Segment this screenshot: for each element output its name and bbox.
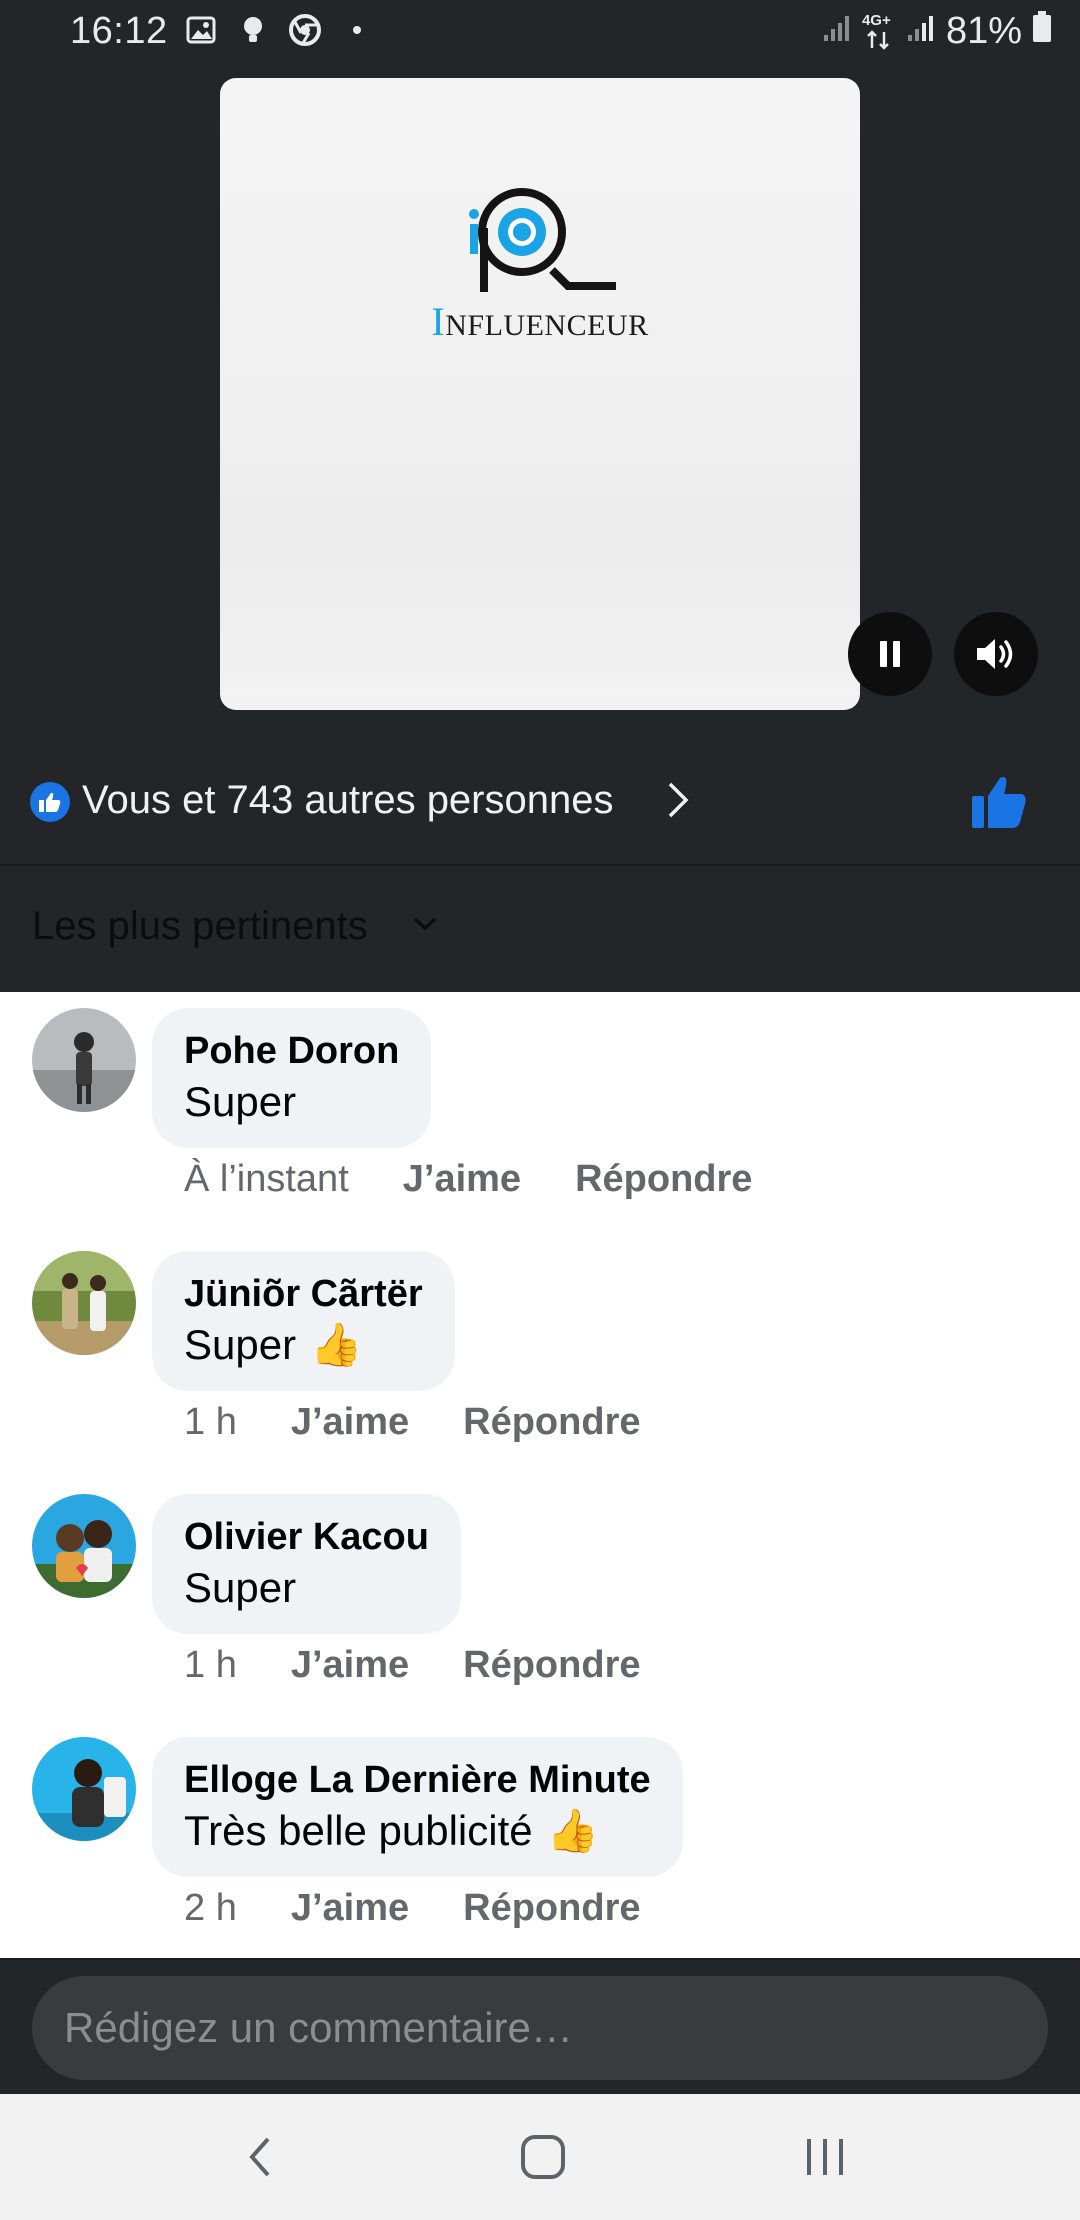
comment-body: Super bbox=[184, 1564, 297, 1611]
comment-author[interactable]: Pohe Doron bbox=[184, 1028, 399, 1074]
sort-dropdown[interactable]: Les plus pertinents bbox=[32, 904, 368, 949]
like-comment-button[interactable]: J’aime bbox=[291, 1644, 409, 1687]
influenceur-logo: INFLUENCEUR bbox=[420, 174, 660, 344]
sort-bar: Les plus pertinents bbox=[0, 866, 1080, 992]
comment-text: Super bbox=[184, 1560, 429, 1616]
home-icon bbox=[521, 2135, 565, 2179]
chrome-icon bbox=[289, 14, 321, 46]
network-type: 4G+ bbox=[861, 11, 891, 29]
logo-wordmark: INFLUENCEUR bbox=[420, 298, 660, 345]
home-button[interactable] bbox=[498, 2122, 588, 2192]
dot-icon bbox=[341, 14, 373, 46]
avatar[interactable] bbox=[32, 1494, 136, 1598]
comment-actions: À l’instant J’aime Répondre bbox=[184, 1158, 752, 1201]
comment-input[interactable] bbox=[32, 1976, 1048, 2080]
comment-actions: 2 h J’aime Répondre bbox=[184, 1887, 641, 1930]
avatar[interactable] bbox=[32, 1008, 136, 1112]
back-icon bbox=[249, 2137, 270, 2177]
thumbs-up-emoji: 👍 bbox=[310, 1320, 363, 1369]
back-button[interactable] bbox=[215, 2122, 305, 2192]
comment-text: Super 👍 bbox=[184, 1317, 423, 1373]
comment-bubble[interactable]: Olivier Kacou Super bbox=[152, 1494, 461, 1634]
image-icon bbox=[185, 14, 217, 46]
comment-body: Super bbox=[184, 1078, 297, 1125]
comment-actions: 1 h J’aime Répondre bbox=[184, 1644, 641, 1687]
recents-icon bbox=[807, 2139, 843, 2175]
recents-button[interactable] bbox=[780, 2122, 870, 2192]
comment-text: Super bbox=[184, 1074, 399, 1130]
comment-time: 1 h bbox=[184, 1401, 237, 1443]
thumbs-up-emoji: 👍 bbox=[546, 1806, 599, 1855]
reply-button[interactable]: Répondre bbox=[575, 1158, 752, 1201]
like-comment-button[interactable]: J’aime bbox=[403, 1158, 521, 1201]
battery-icon bbox=[1032, 10, 1052, 53]
chevron-right-icon bbox=[666, 780, 690, 825]
comment-actions: 1 h J’aime Répondre bbox=[184, 1401, 641, 1444]
status-right: 4G+ 81% bbox=[822, 10, 1052, 53]
comment-body: Très belle publicité bbox=[184, 1807, 533, 1854]
reply-button[interactable]: Répondre bbox=[463, 1887, 640, 1930]
reply-button[interactable]: Répondre bbox=[463, 1401, 640, 1444]
comment-bubble[interactable]: Pohe Doron Super bbox=[152, 1008, 432, 1148]
signal-icon bbox=[906, 10, 936, 53]
video-player[interactable]: INFLUENCEUR bbox=[220, 78, 860, 710]
pause-button[interactable] bbox=[848, 612, 932, 696]
notification-icons bbox=[185, 14, 373, 46]
comment-bubble[interactable]: Jüniõr Cãrtër Super 👍 bbox=[152, 1251, 455, 1391]
pause-icon bbox=[880, 641, 900, 667]
comment-author[interactable]: Olivier Kacou bbox=[184, 1514, 429, 1560]
avatar[interactable] bbox=[32, 1251, 136, 1355]
comment-time: À l’instant bbox=[184, 1158, 349, 1200]
signal-icon bbox=[822, 10, 852, 53]
battery-percent: 81% bbox=[945, 10, 1022, 52]
reply-button[interactable]: Répondre bbox=[463, 1644, 640, 1687]
like-button[interactable] bbox=[970, 774, 1028, 835]
volume-button[interactable] bbox=[954, 612, 1038, 696]
like-comment-button[interactable]: J’aime bbox=[291, 1887, 409, 1930]
like-reaction-icon bbox=[30, 782, 70, 822]
comments-list: Pohe Doron Super À l’instant J’aime Répo… bbox=[0, 992, 1080, 1958]
comment-author[interactable]: Jüniõr Cãrtër bbox=[184, 1271, 423, 1317]
comment-body: Super bbox=[184, 1321, 297, 1368]
video-area: INFLUENCEUR bbox=[0, 64, 1080, 738]
logo-initial: I bbox=[431, 299, 446, 344]
like-comment-button[interactable]: J’aime bbox=[291, 1401, 409, 1444]
avatar[interactable] bbox=[32, 1737, 136, 1841]
volume-icon bbox=[977, 639, 1013, 669]
comment-time: 2 h bbox=[184, 1887, 237, 1929]
logo-mark bbox=[469, 188, 616, 292]
status-time: 16:12 bbox=[70, 10, 168, 52]
comment-bubble[interactable]: Elloge La Dernière Minute Très belle pub… bbox=[152, 1737, 683, 1877]
data-arrows-icon: 4G+ bbox=[861, 11, 896, 50]
logo-rest: NFLUENCEUR bbox=[445, 309, 649, 342]
comment-author[interactable]: Elloge La Dernière Minute bbox=[184, 1757, 651, 1803]
bulb-icon bbox=[237, 14, 269, 46]
reactions-summary[interactable]: Vous et 743 autres personnes bbox=[82, 778, 613, 823]
chevron-down-icon[interactable] bbox=[412, 916, 438, 937]
system-nav-bar bbox=[0, 2094, 1080, 2220]
comment-time: 1 h bbox=[184, 1644, 237, 1686]
comment-composer bbox=[0, 1958, 1080, 2096]
thumbs-up-icon bbox=[972, 777, 1026, 828]
status-bar: 16:12 4G+ 81% bbox=[0, 0, 1080, 64]
reactions-bar[interactable]: Vous et 743 autres personnes bbox=[0, 738, 1080, 866]
comment-text: Très belle publicité 👍 bbox=[184, 1803, 651, 1859]
